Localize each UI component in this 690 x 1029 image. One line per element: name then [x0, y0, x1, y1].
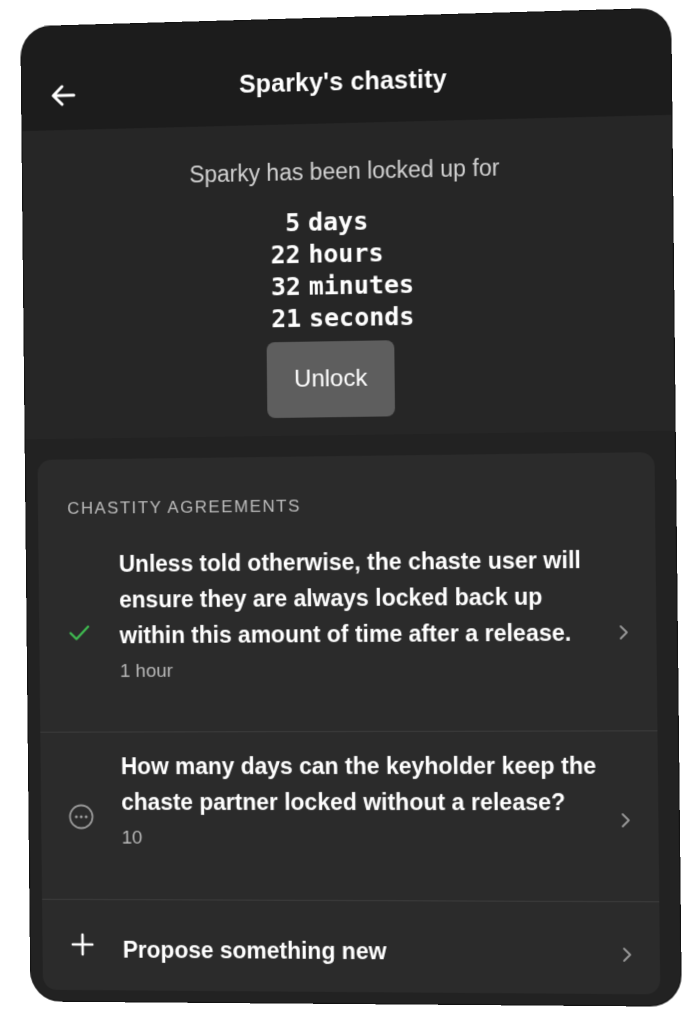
chevron-right-icon [617, 945, 638, 965]
agreement-item-relock-time[interactable]: Unless told otherwise, the chaste user w… [38, 533, 657, 732]
lock-timer: 5 days 22 hours 32 minutes 21 seconds [23, 199, 673, 340]
pending-dots-icon [66, 802, 96, 832]
propose-new-button[interactable]: Propose something new [42, 900, 660, 995]
check-icon [65, 618, 95, 648]
locked-caption: Sparky has been locked up for [189, 154, 500, 188]
timer-days-value: 5 [284, 208, 301, 238]
agreement-question: How many days can the keyholder keep the… [120, 752, 597, 816]
page-title: Sparky's chastity [238, 65, 447, 99]
timer-days-unit: days [307, 206, 369, 237]
agreement-value: 10 [121, 827, 143, 849]
timer-minutes-value: 32 [270, 271, 301, 302]
timer-seconds-unit: seconds [308, 301, 415, 333]
plus-icon [68, 930, 98, 960]
chevron-right-icon [615, 810, 636, 830]
lock-status-panel: Sparky has been locked up for 5 days 22 … [22, 114, 675, 440]
timer-seconds-value: 21 [271, 303, 302, 334]
timer-minutes-unit: minutes [308, 269, 415, 301]
propose-label: Propose something new [122, 936, 387, 965]
section-title: CHASTITY AGREEMENTS [67, 496, 302, 518]
agreement-value: 1 hour [119, 660, 174, 682]
top-bar: Sparky's chastity [21, 8, 672, 132]
app-screen: Sparky's chastity Sparky has been locked… [21, 8, 681, 1006]
agreements-card: CHASTITY AGREEMENTS Unless told otherwis… [37, 452, 661, 995]
chevron-right-icon [613, 622, 634, 642]
timer-hours-value: 22 [270, 239, 301, 270]
timer-hours-unit: hours [308, 238, 384, 269]
agreement-text: How many days can the keyholder keep the… [121, 748, 612, 851]
agreement-text: Unless told otherwise, the chaste user w… [119, 542, 610, 683]
propose-text: Propose something new [123, 932, 613, 971]
agreement-question: Unless told otherwise, the chaste user w… [118, 546, 582, 649]
agreement-item-max-days[interactable]: How many days can the keyholder keep the… [40, 731, 659, 901]
unlock-button[interactable]: Unlock [266, 340, 396, 419]
